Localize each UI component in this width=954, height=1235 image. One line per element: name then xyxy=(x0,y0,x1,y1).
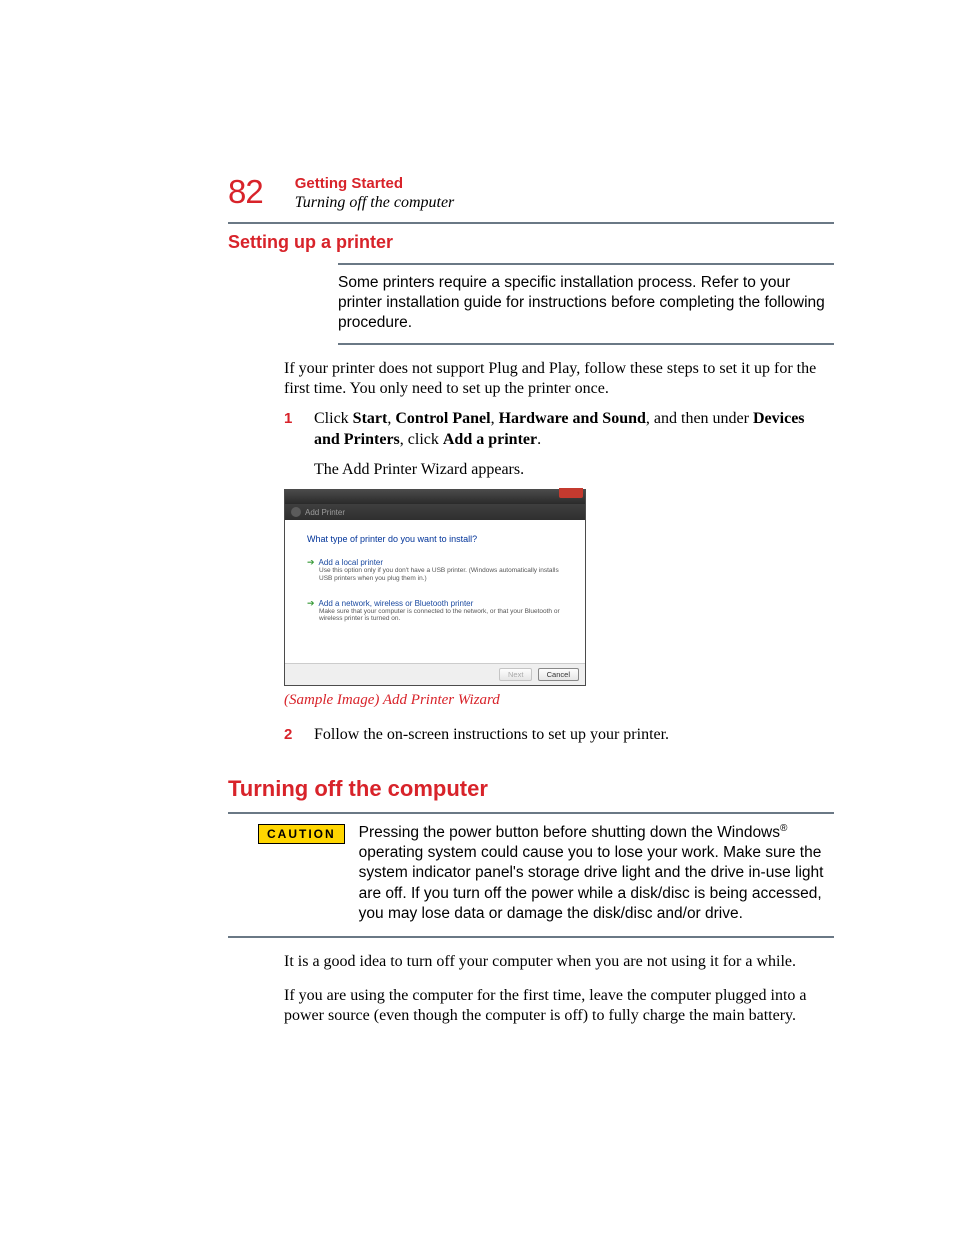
divider xyxy=(228,812,834,814)
divider xyxy=(228,936,834,938)
wizard-breadcrumb: Add Printer xyxy=(285,504,585,520)
option-desc: Make sure that your computer is connecte… xyxy=(319,608,567,624)
turnoff-p1: It is a good idea to turn off your compu… xyxy=(284,952,834,972)
wizard-option-network: ➔ Add a network, wireless or Bluetooth p… xyxy=(307,599,567,624)
bold: Control Panel xyxy=(395,410,490,427)
cancel-button: Cancel xyxy=(538,668,579,681)
image-caption: (Sample Image) Add Printer Wizard xyxy=(284,692,834,709)
printer-intro: If your printer does not support Plug an… xyxy=(284,359,834,399)
step-2-text: Follow the on-screen instructions to set… xyxy=(314,725,834,746)
add-printer-wizard-image: Add Printer What type of printer do you … xyxy=(284,489,586,686)
step-1: 1 Click Start, Control Panel, Hardware a… xyxy=(284,409,834,451)
registered-icon: ® xyxy=(780,823,787,834)
wizard-titlebar xyxy=(285,490,585,504)
bold: Start xyxy=(353,410,388,427)
divider xyxy=(338,343,834,345)
bold: Add a printer xyxy=(443,431,537,448)
text: . xyxy=(537,431,541,448)
step-2: 2 Follow the on-screen instructions to s… xyxy=(284,725,834,746)
option-title: Add a local printer xyxy=(319,558,383,567)
arrow-icon: ➔ xyxy=(307,599,315,608)
wizard-question: What type of printer do you want to inst… xyxy=(307,534,567,544)
next-button: Next xyxy=(499,668,532,681)
text: Pressing the power button before shuttin… xyxy=(359,824,780,841)
step-number: 2 xyxy=(284,725,314,746)
breadcrumb-label: Add Printer xyxy=(305,508,345,517)
caution-badge: CAUTION xyxy=(258,824,345,844)
text: , xyxy=(491,410,499,427)
page-number: 82 xyxy=(228,175,263,208)
heading-setting-up-printer: Setting up a printer xyxy=(228,232,834,253)
option-title: Add a network, wireless or Bluetooth pri… xyxy=(319,599,474,608)
text: operating system could cause you to lose… xyxy=(359,844,824,921)
close-icon xyxy=(559,488,583,498)
printer-note: Some printers require a specific install… xyxy=(338,273,834,333)
option-desc: Use this option only if you don't have a… xyxy=(319,567,567,583)
step-1-text: Click Start, Control Panel, Hardware and… xyxy=(314,409,834,451)
caution-text: Pressing the power button before shuttin… xyxy=(359,822,834,924)
arrow-icon: ➔ xyxy=(307,558,315,567)
text: Click xyxy=(314,410,353,427)
caution-block: CAUTION Pressing the power button before… xyxy=(120,822,834,924)
header-chapter: Getting Started xyxy=(295,175,455,192)
bold: Hardware and Sound xyxy=(499,410,646,427)
header-section: Turning off the computer xyxy=(295,194,455,212)
text: , click xyxy=(400,431,443,448)
wizard-option-local: ➔ Add a local printer Use this option on… xyxy=(307,558,567,583)
divider xyxy=(228,222,834,224)
back-icon xyxy=(291,507,301,517)
turnoff-p2: If you are using the computer for the fi… xyxy=(284,986,834,1026)
divider xyxy=(338,263,834,265)
step-1-result: The Add Printer Wizard appears. xyxy=(314,461,834,479)
wizard-footer: Next Cancel xyxy=(285,663,585,685)
text: , and then under xyxy=(646,410,753,427)
step-number: 1 xyxy=(284,409,314,451)
heading-turning-off: Turning off the computer xyxy=(228,776,834,802)
